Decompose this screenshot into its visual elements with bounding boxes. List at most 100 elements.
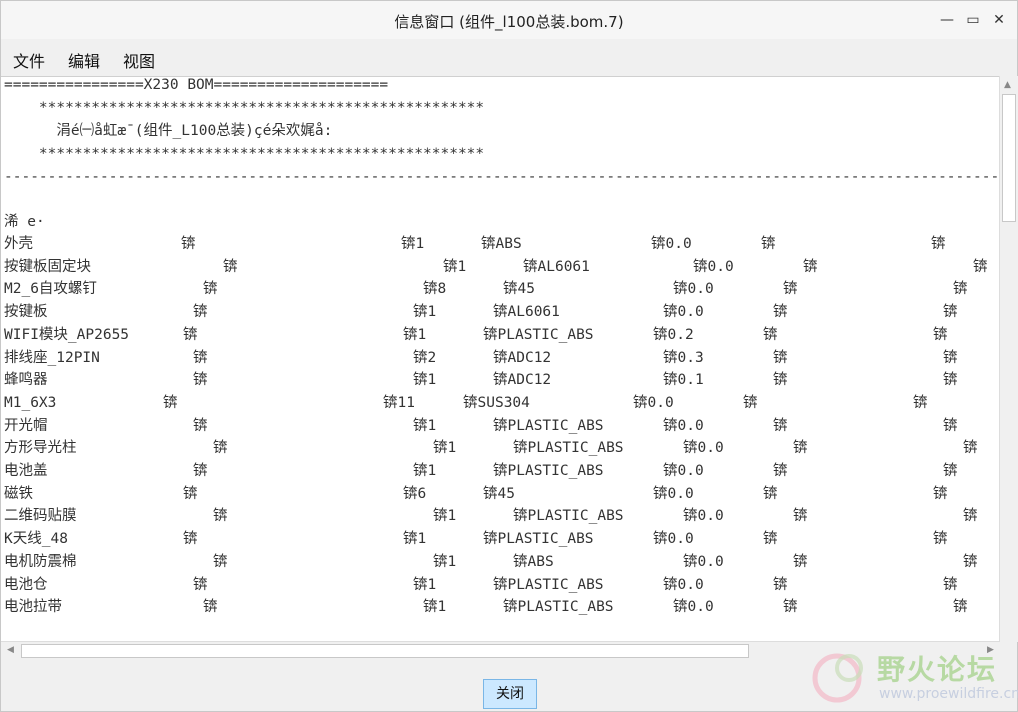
table-cell: 锛 bbox=[793, 508, 808, 525]
table-cell: 锛0.0 bbox=[663, 417, 704, 434]
table-cell: 锛0.0 bbox=[651, 236, 692, 252]
menu-edit[interactable]: 编辑 bbox=[68, 48, 100, 72]
part-name: 电机防震棉 bbox=[4, 553, 77, 570]
header-line: ****************************************… bbox=[4, 100, 485, 116]
table-cell: 锛 bbox=[773, 304, 788, 321]
table-cell: 锛2 bbox=[413, 349, 437, 366]
table-cell: 锛 bbox=[963, 440, 978, 457]
table-cell: 锛 bbox=[193, 372, 208, 389]
part-name: 按键板 bbox=[4, 304, 48, 321]
table-cell: 锛 bbox=[933, 531, 948, 548]
table-cell: 锛 bbox=[931, 236, 946, 252]
close-button[interactable]: 关闭 bbox=[483, 679, 537, 709]
table-cell: 锛1 bbox=[401, 236, 425, 252]
table-cell: 锛1 bbox=[413, 576, 437, 593]
table-cell: 锛1 bbox=[413, 372, 437, 389]
header-line: ****************************************… bbox=[4, 146, 485, 162]
table-row: 二维码贴膜 锛 锛1 锛PLASTIC_ABS 锛0.0 锛 锛 bbox=[4, 505, 994, 527]
horizontal-scroll-thumb[interactable] bbox=[21, 644, 749, 658]
table-cell: 锛 bbox=[163, 394, 178, 411]
table-cell: 锛 bbox=[761, 236, 776, 252]
table-cell: 锛 bbox=[773, 576, 788, 593]
table-cell: 锛0.0 bbox=[673, 281, 714, 298]
maximize-button[interactable]: ▭ bbox=[963, 10, 983, 30]
table-cell: 锛 bbox=[763, 485, 778, 502]
table-cell: 锛 bbox=[963, 553, 978, 570]
table-cell: 锛1 bbox=[423, 599, 447, 616]
info-text-area[interactable]: ================X230 BOM================… bbox=[1, 76, 999, 643]
header-line: ================X230 BOM================… bbox=[4, 77, 389, 93]
table-cell: 锛0.0 bbox=[633, 394, 674, 411]
header-line: 涓é㈠å虹æ¯(组件_L100总装)çé朵欢娓å: bbox=[4, 123, 333, 139]
part-name: M2_6自攻螺钉 bbox=[4, 281, 97, 298]
table-cell: 锛 bbox=[793, 440, 808, 457]
title-bar[interactable]: 信息窗口 (组件_l100总装.bom.7) — ▭ ✕ bbox=[1, 1, 1017, 39]
table-cell: 锛 bbox=[933, 326, 948, 343]
table-cell: 锛 bbox=[183, 531, 198, 548]
watermark-text: 野火论坛 bbox=[877, 653, 998, 686]
table-cell: 锛 bbox=[793, 553, 808, 570]
table-cell: 锛1 bbox=[443, 258, 467, 275]
table-cell: 锛6 bbox=[403, 485, 427, 502]
watermark-url: www.proewildfire.cn bbox=[879, 686, 1018, 702]
table-cell: 锛45 bbox=[503, 281, 535, 298]
part-name: 磁铁 bbox=[4, 485, 33, 502]
part-name: 电池盖 bbox=[4, 463, 48, 479]
table-cell: 锛 bbox=[213, 553, 228, 570]
table-row: 电池仓 锛 锛1 锛PLASTIC_ABS 锛0.0 锛 锛 bbox=[4, 574, 994, 596]
menu-bar: 文件 编辑 视图 bbox=[1, 41, 1017, 75]
part-name: 开光帽 bbox=[4, 417, 48, 434]
table-row: 开光帽 锛 锛1 锛PLASTIC_ABS 锛0.0 锛 锛 bbox=[4, 415, 994, 437]
menu-view[interactable]: 视图 bbox=[123, 48, 155, 72]
table-cell: 锛 bbox=[913, 394, 928, 411]
table-cell: 锛1 bbox=[403, 531, 427, 548]
table-cell: 锛0.2 bbox=[653, 326, 694, 343]
table-cell: 锛0.0 bbox=[663, 576, 704, 593]
table-cell: 锛 bbox=[943, 349, 958, 366]
table-row: 外壳 锛 锛1 锛ABS 锛0.0 锛 锛 bbox=[4, 233, 994, 255]
table-cell: 锛11 bbox=[383, 394, 415, 411]
table-cell: 锛ABS bbox=[481, 236, 522, 252]
table-cell: 锛45 bbox=[483, 485, 515, 502]
vertical-scrollbar[interactable]: ▲ bbox=[999, 76, 1018, 642]
scroll-left-icon[interactable]: ◀ bbox=[7, 645, 14, 655]
part-name: 按键板固定块 bbox=[4, 258, 91, 275]
table-cell: 锛 bbox=[203, 599, 218, 616]
table-cell: 锛0.3 bbox=[663, 349, 704, 366]
table-cell: 锛 bbox=[203, 281, 218, 298]
part-name: 蜂鸣器 bbox=[4, 372, 48, 389]
table-cell: 锛1 bbox=[413, 304, 437, 321]
table-cell: 锛0.0 bbox=[683, 508, 724, 525]
table-cell: 锛PLASTIC_ABS bbox=[513, 508, 624, 525]
part-name: 电池拉带 bbox=[4, 599, 62, 616]
minimize-button[interactable]: — bbox=[937, 10, 957, 30]
table-cell: 锛 bbox=[943, 576, 958, 593]
part-name: 外壳 bbox=[4, 236, 33, 252]
table-cell: 锛 bbox=[783, 599, 798, 616]
part-name: 排线座_12PIN bbox=[4, 349, 100, 366]
table-cell: 锛1 bbox=[433, 440, 457, 457]
table-cell: 锛ADC12 bbox=[493, 372, 552, 389]
table-cell: 锛 bbox=[183, 326, 198, 343]
table-cell: 锛 bbox=[763, 326, 778, 343]
header-line: 浠 e· bbox=[4, 214, 45, 230]
table-cell: 锛0.0 bbox=[653, 531, 694, 548]
scroll-up-icon[interactable]: ▲ bbox=[1004, 80, 1011, 90]
table-row: 按键板 锛 锛1 锛AL6061 锛0.0 锛 锛 bbox=[4, 301, 994, 323]
vertical-scroll-thumb[interactable] bbox=[1002, 94, 1016, 222]
close-window-button[interactable]: ✕ bbox=[989, 10, 1009, 30]
table-cell: 锛 bbox=[973, 258, 988, 275]
table-cell: 锛 bbox=[773, 417, 788, 434]
watermark: 野火论坛 www.proewildfire.cn bbox=[807, 646, 1018, 710]
table-row: K天线_48 锛 锛1 锛PLASTIC_ABS 锛0.0 锛 锛 bbox=[4, 528, 994, 550]
table-cell: 锛AL6061 bbox=[493, 304, 560, 321]
table-cell: 锛 bbox=[803, 258, 818, 275]
menu-file[interactable]: 文件 bbox=[13, 48, 45, 72]
table-row: 电池拉带 锛 锛1 锛PLASTIC_ABS 锛0.0 锛 锛 bbox=[4, 596, 994, 618]
window-title: 信息窗口 (组件_l100总装.bom.7) bbox=[394, 13, 624, 31]
table-cell: 锛PLASTIC_ABS bbox=[483, 531, 594, 548]
table-cell: 锛PLASTIC_ABS bbox=[513, 440, 624, 457]
table-cell: 锛 bbox=[181, 236, 196, 252]
table-cell: 锛0.0 bbox=[683, 440, 724, 457]
part-name: WIFI模块_AP2655 bbox=[4, 326, 130, 343]
